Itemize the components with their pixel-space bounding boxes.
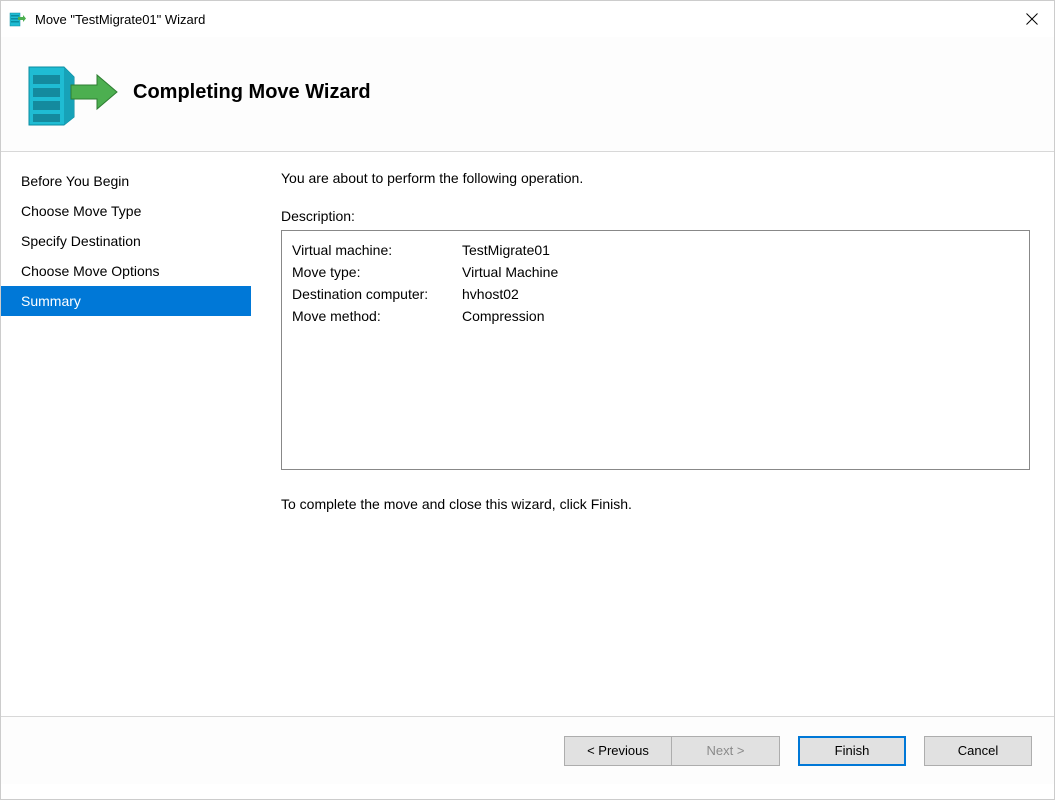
server-move-icon	[19, 57, 119, 127]
sidebar-item-summary[interactable]: Summary	[1, 286, 251, 316]
cancel-button[interactable]: Cancel	[924, 736, 1032, 766]
close-icon	[1026, 13, 1038, 25]
detail-value: hvhost02	[462, 283, 1019, 305]
detail-value: Compression	[462, 305, 1019, 327]
detail-row-move-type: Move type: Virtual Machine	[292, 261, 1019, 283]
main-panel: You are about to perform the following o…	[251, 152, 1054, 716]
sidebar-item-label: Choose Move Type	[21, 203, 141, 219]
detail-label: Move type:	[292, 261, 462, 283]
detail-label: Virtual machine:	[292, 239, 462, 261]
next-button[interactable]: Next >	[672, 736, 780, 766]
button-bar: < Previous Next > Finish Cancel	[1, 716, 1054, 784]
finish-button[interactable]: Finish	[798, 736, 906, 766]
sidebar-item-label: Choose Move Options	[21, 263, 160, 279]
wizard-icon	[9, 10, 27, 28]
sidebar-item-specify-destination[interactable]: Specify Destination	[1, 226, 251, 256]
titlebar: Move "TestMigrate01" Wizard	[1, 1, 1054, 37]
intro-text: You are about to perform the following o…	[281, 170, 1030, 186]
sidebar-item-label: Summary	[21, 293, 81, 309]
page-title: Completing Move Wizard	[133, 81, 371, 104]
detail-row-destination-computer: Destination computer: hvhost02	[292, 283, 1019, 305]
content-area: Before You Begin Choose Move Type Specif…	[1, 152, 1054, 716]
window-title: Move "TestMigrate01" Wizard	[35, 12, 1009, 27]
detail-value: TestMigrate01	[462, 239, 1019, 261]
header-section: Completing Move Wizard	[1, 37, 1054, 152]
completion-text: To complete the move and close this wiza…	[281, 496, 1030, 512]
detail-value: Virtual Machine	[462, 261, 1019, 283]
sidebar-item-label: Specify Destination	[21, 233, 141, 249]
detail-label: Destination computer:	[292, 283, 462, 305]
detail-row-move-method: Move method: Compression	[292, 305, 1019, 327]
detail-row-virtual-machine: Virtual machine: TestMigrate01	[292, 239, 1019, 261]
description-label: Description:	[281, 208, 1030, 224]
sidebar-item-choose-move-options[interactable]: Choose Move Options	[1, 256, 251, 286]
sidebar: Before You Begin Choose Move Type Specif…	[1, 152, 251, 716]
sidebar-item-label: Before You Begin	[21, 173, 129, 189]
sidebar-item-before-you-begin[interactable]: Before You Begin	[1, 166, 251, 196]
previous-button[interactable]: < Previous	[564, 736, 672, 766]
description-box: Virtual machine: TestMigrate01 Move type…	[281, 230, 1030, 470]
detail-label: Move method:	[292, 305, 462, 327]
sidebar-item-choose-move-type[interactable]: Choose Move Type	[1, 196, 251, 226]
close-button[interactable]	[1009, 1, 1054, 37]
